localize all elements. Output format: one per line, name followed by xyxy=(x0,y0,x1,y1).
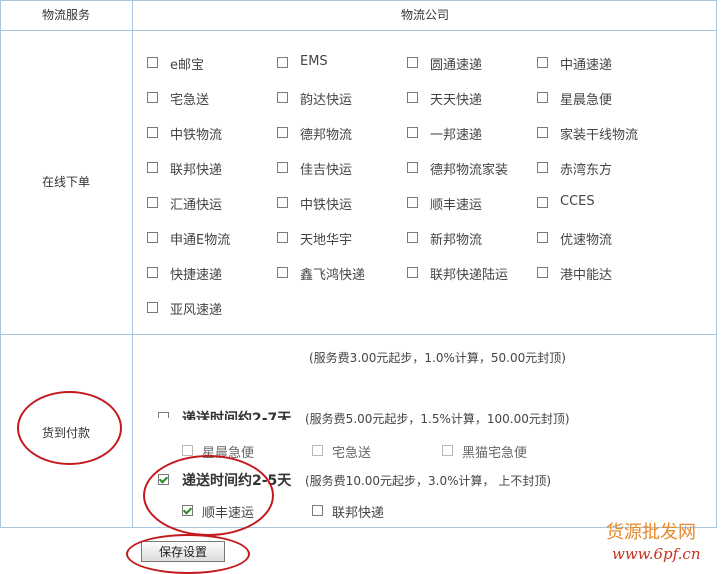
company-label: 顺丰速运 xyxy=(430,198,483,213)
header-service: 物流服务 xyxy=(41,8,90,22)
company-checkbox[interactable] xyxy=(407,232,418,243)
company-checkbox[interactable] xyxy=(537,197,548,208)
company-checkbox[interactable] xyxy=(407,267,418,278)
section-divider xyxy=(0,334,717,335)
annotation-circle xyxy=(126,534,250,574)
company-label: 中铁物流 xyxy=(170,128,223,143)
cod-option-checkbox[interactable] xyxy=(182,445,193,456)
company-label: 联邦快递陆运 xyxy=(430,268,509,283)
company-label: 联邦快递 xyxy=(170,163,223,178)
company-checkbox[interactable] xyxy=(147,197,158,208)
cod-tier2-checkbox[interactable] xyxy=(158,412,169,418)
cod-tier2-fee: (服务费5.00元起步，1.5%计算，100.00元封顶) xyxy=(305,412,570,426)
header-company: 物流公司 xyxy=(400,8,449,22)
company-label: 圆通速递 xyxy=(430,58,483,73)
logistics-settings-page: 物流服务 物流公司 在线下单 货到付款 e邮宝 EMS 圆通速递 中通速递 宅急送 韵达快… xyxy=(0,0,721,574)
company-checkbox[interactable] xyxy=(147,162,158,173)
company-label: 宅急送 xyxy=(170,93,210,108)
company-checkbox[interactable] xyxy=(147,127,158,138)
cod-option-checkbox[interactable] xyxy=(312,445,323,456)
company-label: 德邦物流 xyxy=(300,128,353,143)
company-checkbox[interactable] xyxy=(147,302,158,313)
company-checkbox[interactable] xyxy=(537,57,548,68)
company-checkbox[interactable] xyxy=(537,92,548,103)
watermark-logo: 货源批发网 xyxy=(606,522,696,543)
company-checkbox[interactable] xyxy=(277,232,288,243)
cod-option-label: 黑猫宅急便 xyxy=(462,446,528,461)
company-label: 天地华宇 xyxy=(300,233,353,248)
company-checkbox[interactable] xyxy=(147,232,158,243)
company-label: 中铁快运 xyxy=(300,198,353,213)
company-label: EMS xyxy=(300,54,328,69)
column-divider xyxy=(132,0,133,528)
company-label: e邮宝 xyxy=(170,58,204,73)
company-checkbox[interactable] xyxy=(407,92,418,103)
watermark-url: www.6pf.cn xyxy=(612,545,701,563)
company-label: 一邦速递 xyxy=(430,128,483,143)
company-label: 鑫飞鸿快递 xyxy=(300,268,366,283)
cod-option-checkbox[interactable] xyxy=(442,445,453,456)
company-checkbox[interactable] xyxy=(537,162,548,173)
annotation-circle xyxy=(143,455,274,536)
company-checkbox[interactable] xyxy=(407,162,418,173)
company-label: 韵达快运 xyxy=(300,93,353,108)
company-label: 德邦物流家装 xyxy=(430,163,509,178)
cod-option-label: 联邦快递 xyxy=(332,506,385,521)
cod-option-checkbox[interactable] xyxy=(312,505,323,516)
company-checkbox[interactable] xyxy=(407,127,418,138)
cod-tier2-title: 递送时间约2-7天 xyxy=(182,411,292,420)
company-label: 佳吉快运 xyxy=(300,163,353,178)
company-label: 新邦物流 xyxy=(430,233,483,248)
company-label: 优速物流 xyxy=(560,233,613,248)
company-label: CCES xyxy=(560,194,595,209)
company-label: 亚风速递 xyxy=(170,303,223,318)
company-checkbox[interactable] xyxy=(147,92,158,103)
company-checkbox[interactable] xyxy=(537,232,548,243)
company-label: 赤湾东方 xyxy=(560,163,613,178)
company-checkbox[interactable] xyxy=(277,92,288,103)
online-order-label: 在线下单 xyxy=(41,175,90,189)
company-checkbox[interactable] xyxy=(277,127,288,138)
header-divider xyxy=(0,30,717,31)
company-checkbox[interactable] xyxy=(537,127,548,138)
company-checkbox[interactable] xyxy=(147,57,158,68)
company-label: 星晨急便 xyxy=(560,93,613,108)
cod-tier1-fee: (服务费3.00元起步，1.0%计算，50.00元封顶) xyxy=(309,351,566,365)
company-label: 申通E物流 xyxy=(170,233,231,248)
company-checkbox[interactable] xyxy=(407,57,418,68)
company-label: 家装干线物流 xyxy=(560,128,639,143)
cod-option-label: 宅急送 xyxy=(332,446,372,461)
company-label: 天天快递 xyxy=(430,93,483,108)
company-label: 快捷速递 xyxy=(170,268,223,283)
company-checkbox[interactable] xyxy=(277,197,288,208)
company-checkbox[interactable] xyxy=(277,267,288,278)
company-checkbox[interactable] xyxy=(277,162,288,173)
company-label: 中通速递 xyxy=(560,58,613,73)
company-checkbox[interactable] xyxy=(537,267,548,278)
company-checkbox[interactable] xyxy=(277,57,288,68)
annotation-circle xyxy=(17,391,122,465)
company-label: 汇通快运 xyxy=(170,198,223,213)
company-checkbox[interactable] xyxy=(407,197,418,208)
company-label: 港中能达 xyxy=(560,268,613,283)
cod-tier3-fee: (服务费10.00元起步，3.0%计算， 上不封顶) xyxy=(305,474,552,488)
company-checkbox[interactable] xyxy=(147,267,158,278)
